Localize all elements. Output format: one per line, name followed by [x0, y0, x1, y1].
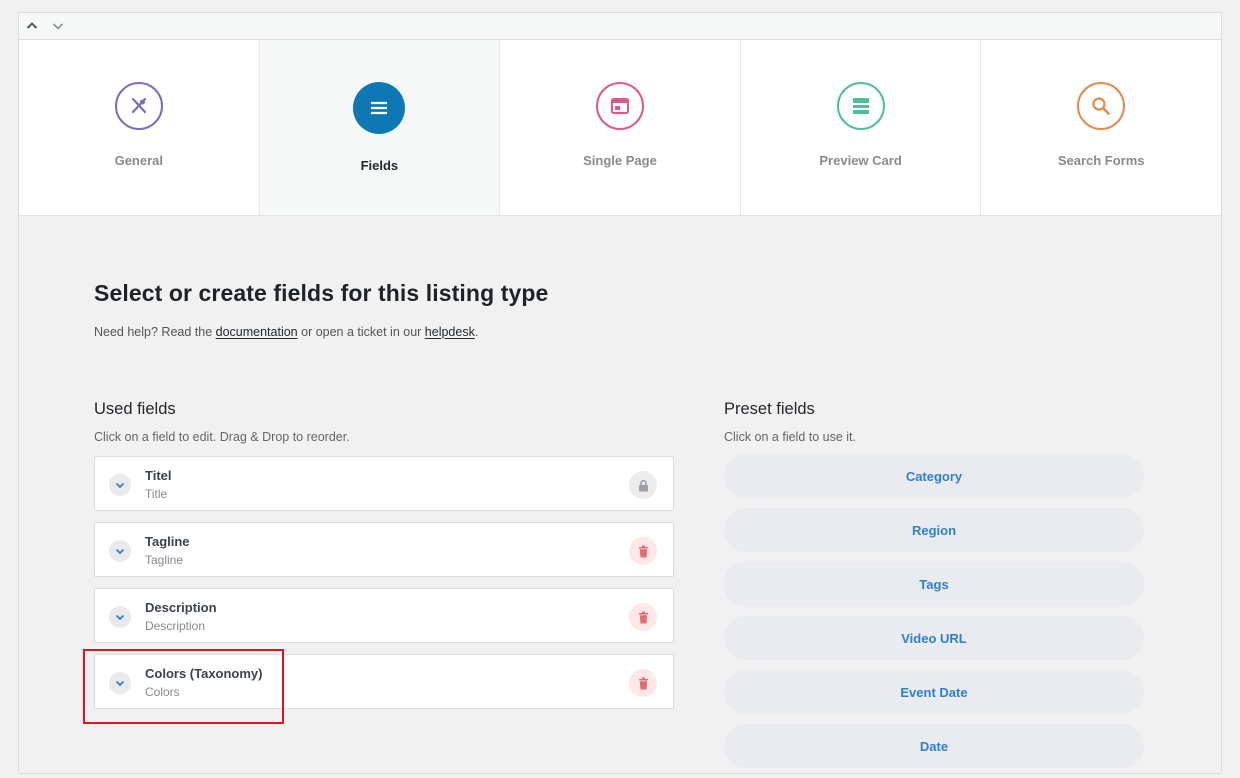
trash-icon[interactable] — [629, 603, 657, 631]
tab-bar: General Fields Single Page Preview Card … — [19, 40, 1221, 216]
field-key: Description — [145, 619, 206, 633]
field-row-title[interactable]: Titel Title — [94, 456, 674, 511]
tab-label: Single Page — [583, 153, 657, 168]
search-icon — [1077, 82, 1126, 130]
chevron-down-icon[interactable] — [109, 474, 131, 496]
utensils-icon — [114, 82, 163, 130]
preset-region-button[interactable]: Region — [724, 508, 1144, 552]
preset-video-url-button[interactable]: Video URL — [724, 616, 1144, 660]
chevron-down-icon[interactable] — [109, 540, 131, 562]
card-icon — [836, 82, 885, 130]
preset-fields-list: Category Region Tags Video URL Event Dat… — [724, 454, 1144, 768]
preset-fields-title: Preset fields — [724, 400, 815, 418]
field-label: Titel — [145, 468, 172, 483]
trash-icon[interactable] — [629, 669, 657, 697]
preset-fields-hint: Click on a field to use it. — [724, 430, 857, 444]
preset-category-button[interactable]: Category — [724, 454, 1144, 498]
tab-fields[interactable]: Fields — [259, 40, 501, 215]
browser-window-icon — [595, 82, 644, 130]
field-row-tagline[interactable]: Tagline Tagline — [94, 522, 674, 577]
page-title: Select or create fields for this listing… — [94, 280, 549, 306]
field-row-colors[interactable]: Colors (Taxonomy) Colors — [94, 654, 674, 709]
preset-tags-button[interactable]: Tags — [724, 562, 1144, 606]
field-label: Colors (Taxonomy) — [145, 666, 263, 681]
used-fields-list: Titel Title Tagline Tagline Description … — [94, 456, 674, 709]
preset-date-button[interactable]: Date — [724, 724, 1144, 768]
field-label: Tagline — [145, 534, 190, 549]
chevron-up-icon[interactable] — [24, 18, 40, 34]
tab-search-forms[interactable]: Search Forms — [981, 40, 1221, 215]
field-key: Tagline — [145, 553, 184, 567]
help-prefix: Need help? Read the — [94, 325, 216, 339]
preset-fields-section: Preset fields Click on a field to use it… — [724, 400, 1144, 778]
field-key: Colors — [145, 685, 180, 699]
help-suffix: . — [474, 325, 479, 339]
helpdesk-link[interactable]: helpdesk — [425, 325, 475, 339]
tab-single-page[interactable]: Single Page — [500, 40, 741, 215]
trash-icon[interactable] — [629, 537, 657, 565]
lock-icon — [629, 471, 657, 499]
chevron-down-icon[interactable] — [109, 672, 131, 694]
tab-label: Fields — [360, 158, 399, 173]
tab-label: Preview Card — [819, 153, 902, 168]
tab-label: General — [114, 153, 163, 168]
field-row-description[interactable]: Description Description — [94, 588, 674, 643]
preset-event-date-button[interactable]: Event Date — [724, 670, 1144, 714]
help-middle: or open a ticket in our — [297, 325, 425, 339]
field-label: Description — [145, 600, 217, 615]
used-fields-title: Used fields — [94, 400, 176, 418]
field-key: Title — [145, 487, 168, 501]
chevron-down-icon[interactable] — [50, 18, 66, 34]
help-text: Need help? Read the documentation or ope… — [94, 325, 1165, 339]
used-fields-section: Used fields Click on a field to edit. Dr… — [94, 400, 674, 720]
tab-general[interactable]: General — [19, 40, 260, 215]
used-fields-hint: Click on a field to edit. Drag & Drop to… — [94, 430, 350, 444]
tab-preview-card[interactable]: Preview Card — [741, 40, 982, 215]
chevron-down-icon[interactable] — [109, 606, 131, 628]
fields-intro: Select or create fields for this listing… — [94, 280, 1165, 339]
panel-toolbar — [19, 13, 1221, 40]
list-icon — [353, 82, 406, 134]
tab-label: Search Forms — [1057, 153, 1145, 168]
documentation-link[interactable]: documentation — [216, 325, 298, 339]
